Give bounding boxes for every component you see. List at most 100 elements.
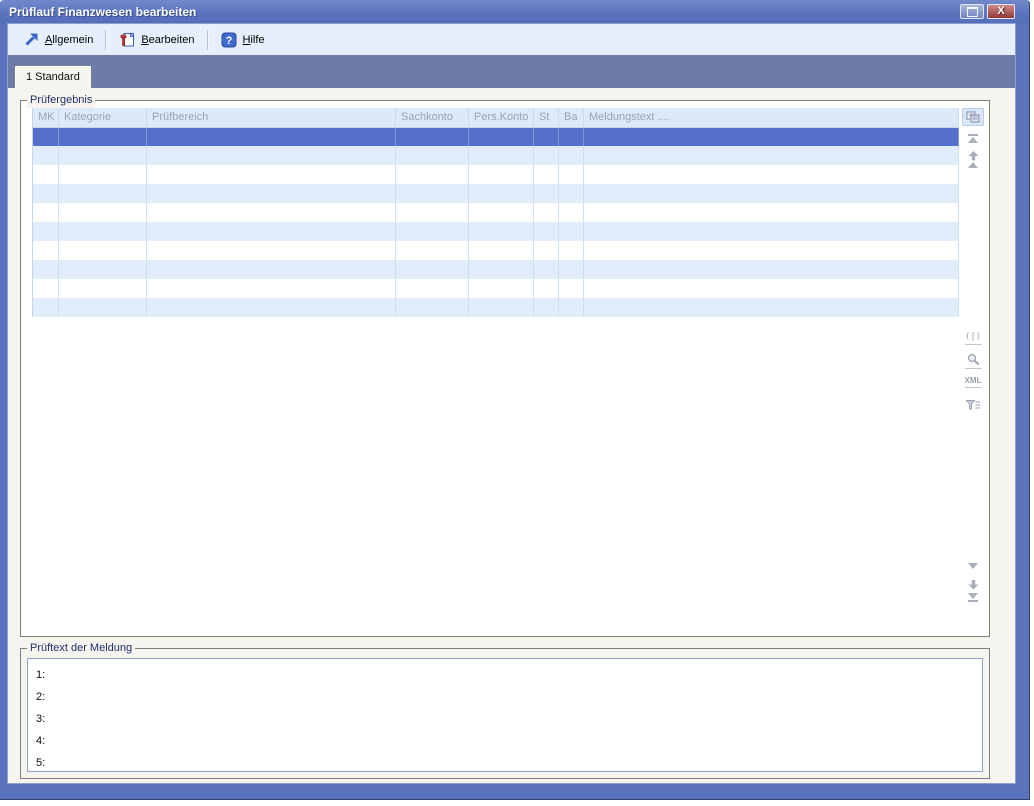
cell-empty [59,184,147,203]
cell-empty [33,165,59,184]
column-brackets-button[interactable]: (|) [961,333,985,345]
result-table: MK Kategorie Prüfbereich Sachkonto Pers.… [32,108,959,317]
cell-empty [559,203,584,222]
pruefergebnis-group: Prüfergebnis MK Kategorie Prüfbereich Sa… [20,100,990,637]
search-button[interactable] [961,353,985,369]
column-header-ba[interactable]: Ba [559,108,584,127]
prueftext-line-3: 3: [36,708,974,730]
cell-empty [534,279,559,298]
toolbar: Allgemein Bearbeiten [8,24,1015,55]
cell-empty [147,165,396,184]
hilfe-button[interactable]: ? Hilfe [214,29,272,51]
table-row-empty[interactable] [33,260,959,279]
table-row-empty[interactable] [33,279,959,298]
filter-button[interactable] [961,398,985,416]
help-icon: ? [221,32,237,48]
titlebar[interactable]: Prüflauf Finanzwesen bearbeiten X [0,0,1029,24]
cell-empty [396,260,469,279]
column-header-mk[interactable]: MK [33,108,59,127]
cell-empty [534,241,559,260]
prueftext-line-1: 1: [36,664,974,686]
pruefergebnis-group-title: Prüfergebnis [27,93,95,108]
cell-empty [33,222,59,241]
cell-empty [559,298,584,317]
table-row-empty[interactable] [33,298,959,317]
cell-empty [534,165,559,184]
scroll-to-top-button[interactable] [961,134,985,143]
bearbeiten-button[interactable]: Bearbeiten [112,29,201,51]
bearbeiten-label: Bearbeiten [141,34,194,46]
prueftext-line-4: 4: [36,730,974,752]
column-header-perskonto[interactable]: Pers.Konto [469,108,534,127]
cell-empty [469,146,534,165]
table-row-empty[interactable] [33,241,959,260]
scroll-to-bottom-button[interactable] [961,593,985,602]
export-icon [962,108,984,126]
scroll-up-button[interactable] [961,162,985,168]
cell-empty [59,127,147,146]
cell-empty [584,279,959,298]
cell-empty [559,279,584,298]
cell-empty [534,146,559,165]
cell-empty [469,203,534,222]
cell-empty [396,222,469,241]
column-header-meldungstext[interactable]: Meldungstext .... [584,108,959,127]
cell-empty [147,241,396,260]
brackets-icon: (|) [965,333,981,342]
close-button[interactable]: X [987,4,1015,19]
prueftext-group-title: Prüftext der Meldung [27,641,135,656]
scroll-down-icon [968,563,978,569]
cell-empty [147,260,396,279]
column-header-kategorie[interactable]: Kategorie [59,108,147,127]
prueftext-line-2: 2: [36,686,974,708]
table-row-selected[interactable] [33,127,959,146]
export-button[interactable] [961,108,985,126]
cell-empty [469,127,534,146]
column-header-st[interactable]: St [534,108,559,127]
cell-empty [584,298,959,317]
scroll-to-top-icon [968,134,978,143]
close-icon: X [997,6,1004,17]
cell-empty [33,260,59,279]
cell-empty [584,146,959,165]
toolbar-separator [105,30,107,50]
cell-empty [396,165,469,184]
cell-empty [59,279,147,298]
table-row-empty[interactable] [33,222,959,241]
cell-empty [534,260,559,279]
cell-empty [584,165,959,184]
cell-empty [396,184,469,203]
cell-empty [396,146,469,165]
cell-empty [396,241,469,260]
table-row-empty[interactable] [33,203,959,222]
cell-empty [559,241,584,260]
cell-empty [33,298,59,317]
allgemein-button[interactable]: Allgemein [16,29,100,51]
cell-empty [59,241,147,260]
cell-empty [469,298,534,317]
table-row-empty[interactable] [33,184,959,203]
table-side-toolbar: (|) XML [961,108,985,628]
window-title: Prüflauf Finanzwesen bearbeiten [9,5,196,19]
cell-empty [33,184,59,203]
table-row-empty[interactable] [33,146,959,165]
cell-empty [147,298,396,317]
hilfe-label: Hilfe [243,34,265,46]
table-row-empty[interactable] [33,165,959,184]
restore-button[interactable] [960,4,984,19]
column-header-pruefbereich[interactable]: Prüfbereich [147,108,396,127]
tab-standard[interactable]: 1 Standard [14,65,92,88]
cell-empty [559,184,584,203]
cell-empty [147,184,396,203]
filter-icon [966,398,981,416]
cell-empty [396,127,469,146]
xml-button[interactable]: XML [961,376,985,388]
edit-tool-icon [119,32,135,48]
cell-empty [396,298,469,317]
table-header-row: MK Kategorie Prüfbereich Sachkonto Pers.… [33,108,959,127]
column-header-sachkonto[interactable]: Sachkonto [396,108,469,127]
tab-pane: Prüfergebnis MK Kategorie Prüfbereich Sa… [8,88,1015,783]
scroll-down-button[interactable] [961,563,985,569]
cell-empty [147,146,396,165]
cell-empty [469,241,534,260]
